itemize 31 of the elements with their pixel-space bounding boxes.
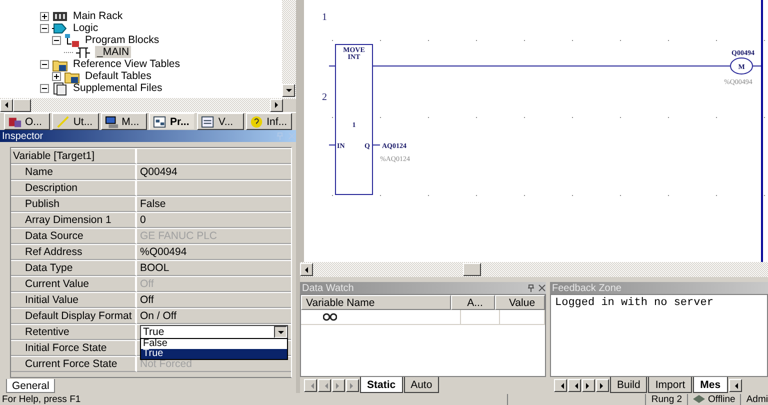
feedback-message: Logged in with no server	[555, 297, 714, 309]
help-text: For Help, press F1	[2, 394, 81, 404]
property-label: Description	[25, 182, 78, 194]
property-label: Initial Force State	[25, 342, 107, 354]
property-group-header: Variable [Target1]	[13, 150, 95, 162]
property-label: Retentive	[25, 326, 70, 338]
panel-title: Inspector	[2, 130, 44, 142]
property-label: Name	[25, 166, 54, 178]
panel-title: Data Watch	[302, 282, 355, 294]
connection-status: Offline	[708, 394, 736, 404]
property-label: Array Dimension 1	[25, 214, 112, 226]
user-name: Admi	[746, 394, 768, 404]
property-value: %Q00494	[140, 246, 187, 258]
property-value: False	[140, 198, 166, 210]
panel-title: Feedback Zone	[552, 282, 622, 294]
property-value: Q00494	[140, 166, 178, 178]
property-value: BOOL	[140, 262, 170, 274]
property-value: Off	[140, 294, 154, 306]
property-label: Current Value	[25, 278, 90, 290]
rung-indicator: Rung 2	[651, 394, 682, 404]
rung-number: 1	[322, 12, 327, 23]
property-label: Initial Value	[25, 294, 79, 306]
property-label: Ref Address	[25, 246, 82, 258]
property-label: Data Source	[25, 230, 84, 242]
property-value: 0	[140, 214, 146, 226]
property-label: Default Display Format	[25, 310, 132, 322]
property-value: On / Off	[140, 310, 177, 322]
property-label: Data Type	[25, 262, 73, 274]
property-label: Current Force State	[25, 358, 118, 370]
property-label: Publish	[25, 198, 60, 210]
rung-number: 2	[322, 92, 327, 103]
